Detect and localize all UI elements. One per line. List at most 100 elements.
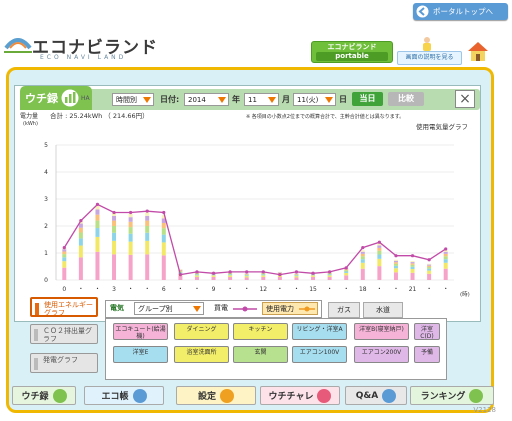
line-point	[344, 266, 348, 270]
bar-segment	[360, 251, 365, 254]
room-button[interactable]: リビング・洋室A	[292, 323, 347, 340]
bar	[244, 273, 249, 280]
bar-segment	[261, 274, 266, 276]
nav-ranking-icon	[469, 388, 484, 403]
room-button[interactable]: 洋室B(寝室納戸)	[354, 323, 409, 340]
room-button[interactable]: 洋室C(D)	[414, 323, 440, 340]
bar-segment	[78, 238, 83, 246]
month-value: 11	[248, 96, 257, 104]
room-button[interactable]: エコキュート(給湯機)	[113, 323, 168, 340]
x-tick-label: ・	[177, 286, 183, 293]
line-point	[410, 254, 415, 258]
nav-settings-label: 設定	[197, 392, 216, 402]
year-select[interactable]: 2014	[184, 93, 229, 106]
line-point	[62, 246, 66, 250]
room-button[interactable]: 洋室E	[113, 346, 168, 363]
tab-water[interactable]: 水道	[363, 302, 403, 318]
bar-segment	[410, 261, 415, 263]
uchiroku-title: ウチ録	[25, 92, 58, 105]
compare-button[interactable]: 比較	[388, 92, 424, 106]
nav-ecochou[interactable]: エコ帳	[84, 386, 164, 405]
portable-logo-line2: portable	[316, 52, 388, 61]
x-tick-label: 6	[162, 286, 166, 293]
usage-line-path	[63, 203, 447, 276]
arrow-left-icon	[416, 5, 429, 18]
line-point	[311, 271, 315, 275]
portal-top-button[interactable]: ポータルトップへ	[413, 3, 508, 20]
buy-label: 買電	[214, 304, 228, 312]
x-tick-label: ・	[144, 286, 150, 293]
nav-ranking[interactable]: ランキング	[410, 386, 494, 405]
group-select[interactable]: グループ別	[134, 302, 204, 315]
co2-graph-button[interactable]: ＣＯ２排出量グラフ	[30, 324, 98, 344]
x-tick-label: ・	[194, 286, 200, 293]
bar-segment	[145, 254, 150, 280]
chevron-down-icon	[325, 97, 333, 103]
bar-segment	[145, 240, 150, 255]
bar	[78, 220, 83, 280]
bar-segment	[327, 273, 332, 275]
room-button[interactable]: 玄関	[233, 346, 288, 363]
bar-segment	[327, 276, 332, 280]
bar-segment	[128, 241, 133, 255]
bar-segment	[244, 277, 249, 280]
bar-segment	[427, 265, 432, 268]
house-icon[interactable]	[466, 39, 490, 63]
nav-settings[interactable]: 設定	[176, 386, 256, 405]
buy-legend-icon[interactable]	[232, 304, 258, 314]
room-button[interactable]: エアコン100V	[292, 346, 347, 363]
bar-segment	[360, 256, 365, 260]
x-tick-label: ・	[277, 286, 283, 293]
bar-segment	[393, 272, 398, 280]
bar-segment	[194, 276, 199, 280]
bar-segment	[145, 232, 150, 241]
nav-uchichare-label: ウチチャレ	[268, 392, 314, 402]
eco-navi-portable-logo[interactable]: エコナビランド portable	[311, 41, 393, 63]
bar-segment	[393, 260, 398, 263]
bar	[112, 212, 117, 280]
x-tick-label: ・	[227, 286, 233, 293]
tab-gas[interactable]: ガス	[328, 302, 360, 318]
line-point	[294, 270, 299, 274]
line-point	[278, 273, 282, 277]
room-button[interactable]: キッチン	[233, 323, 288, 340]
room-button[interactable]: 浴室洗面所	[174, 346, 229, 363]
bar-segment	[360, 253, 365, 257]
portal-top-label: ポータルトップへ	[433, 7, 493, 16]
line-point	[129, 210, 133, 215]
mode-select-value: 時間別	[116, 96, 137, 104]
bar-segment	[311, 276, 316, 280]
line-point	[145, 209, 149, 213]
year-value: 2014	[188, 96, 206, 104]
nav-uchichare[interactable]: ウチチャレ	[260, 386, 340, 405]
bar-segment	[410, 262, 415, 264]
today-button[interactable]: 当日	[352, 92, 383, 106]
bar-segment	[360, 259, 365, 263]
generation-graph-button[interactable]: 発電グラフ	[30, 353, 98, 373]
logo-subtext: ECO NAVI LAND	[40, 54, 127, 61]
x-unit-label: (時)	[460, 290, 470, 298]
room-button[interactable]: 予備	[414, 346, 440, 363]
close-button[interactable]: ×	[455, 90, 475, 108]
line-point	[444, 247, 448, 251]
room-button[interactable]: ダイニング	[174, 323, 229, 340]
bar	[344, 267, 349, 280]
bar-segment	[294, 276, 299, 278]
bar-segment	[410, 272, 415, 280]
mode-select[interactable]: 時間別	[112, 93, 154, 106]
room-button[interactable]: エアコン200V	[354, 346, 409, 363]
day-value: 11(火)	[297, 96, 319, 104]
line-point	[178, 273, 182, 277]
bar-segment	[427, 268, 432, 271]
bar-segment	[294, 274, 299, 276]
day-select[interactable]: 11(火)	[293, 93, 336, 106]
bar-segment	[95, 209, 100, 215]
nav-qa[interactable]: Q&A	[345, 386, 407, 405]
bar-segment	[145, 226, 150, 233]
explain-screen-button[interactable]: 画面の説明を見る	[397, 51, 462, 65]
nav-uchiroku[interactable]: ウチ録	[12, 386, 76, 405]
month-select[interactable]: 11	[244, 93, 279, 106]
energy-graph-button[interactable]: 使用エネルギーグラフ	[30, 297, 98, 317]
bar-segment	[277, 272, 282, 273]
bar-segment	[360, 268, 365, 280]
